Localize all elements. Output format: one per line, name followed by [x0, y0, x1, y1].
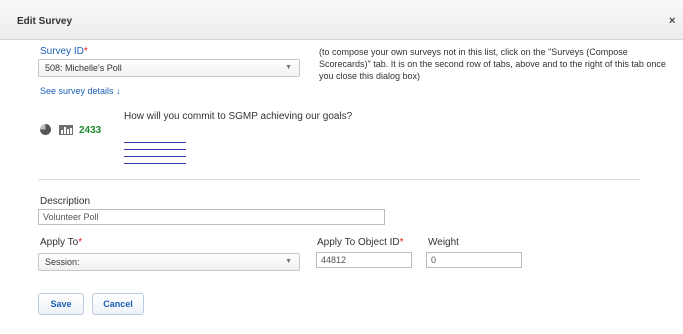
edit-survey-dialog: Edit Survey × Survey ID* 508: Michelle's… — [0, 0, 683, 334]
response-count: 2433 — [79, 125, 102, 136]
answer-line — [124, 163, 186, 164]
weight-label: Weight — [428, 237, 459, 248]
survey-id-select[interactable]: 508: Michelle's Poll ▼ — [38, 59, 300, 77]
apply-to-object-id-field[interactable]: 44812 — [316, 252, 412, 268]
required-marker: * — [399, 237, 404, 248]
answer-line — [124, 142, 186, 143]
dialog-titlebar: Edit Survey × — [0, 0, 683, 40]
apply-to-select[interactable]: Session: ▼ — [38, 253, 300, 271]
answer-line — [124, 156, 186, 157]
cancel-button[interactable]: Cancel — [92, 293, 144, 315]
survey-id-label: Survey ID* — [40, 46, 88, 57]
section-divider — [38, 179, 640, 180]
survey-question: How will you commit to SGMP achieving ou… — [124, 111, 353, 122]
apply-to-label-text: Apply To — [40, 237, 79, 248]
see-survey-details-link[interactable]: See survey details ↓ — [40, 86, 121, 96]
description-label: Description — [40, 196, 91, 207]
bar-chart-icon[interactable] — [59, 125, 73, 135]
pie-chart-icon[interactable] — [40, 124, 51, 135]
description-field[interactable]: Volunteer Poll — [38, 209, 385, 225]
dialog-title: Edit Survey — [17, 16, 73, 27]
apply-to-object-id-label-text: Apply To Object ID — [317, 237, 400, 248]
answer-lines — [124, 142, 186, 170]
chevron-down-icon: ▼ — [285, 64, 292, 71]
apply-to-label: Apply To* — [40, 237, 82, 248]
survey-help-note: (to compose your own surveys not in this… — [319, 47, 666, 81]
answer-line — [124, 149, 186, 150]
save-button[interactable]: Save — [38, 293, 84, 315]
survey-id-value: 508: Michelle's Poll — [45, 63, 122, 73]
required-marker: * — [83, 46, 88, 57]
weight-field[interactable]: 0 — [426, 252, 522, 268]
apply-to-object-id-label: Apply To Object ID* — [317, 237, 404, 248]
chevron-down-icon: ▼ — [285, 258, 292, 265]
required-marker: * — [78, 237, 83, 248]
survey-id-label-text: Survey ID — [40, 46, 84, 57]
apply-to-value: Session: — [45, 257, 80, 267]
close-icon[interactable]: × — [669, 15, 675, 27]
